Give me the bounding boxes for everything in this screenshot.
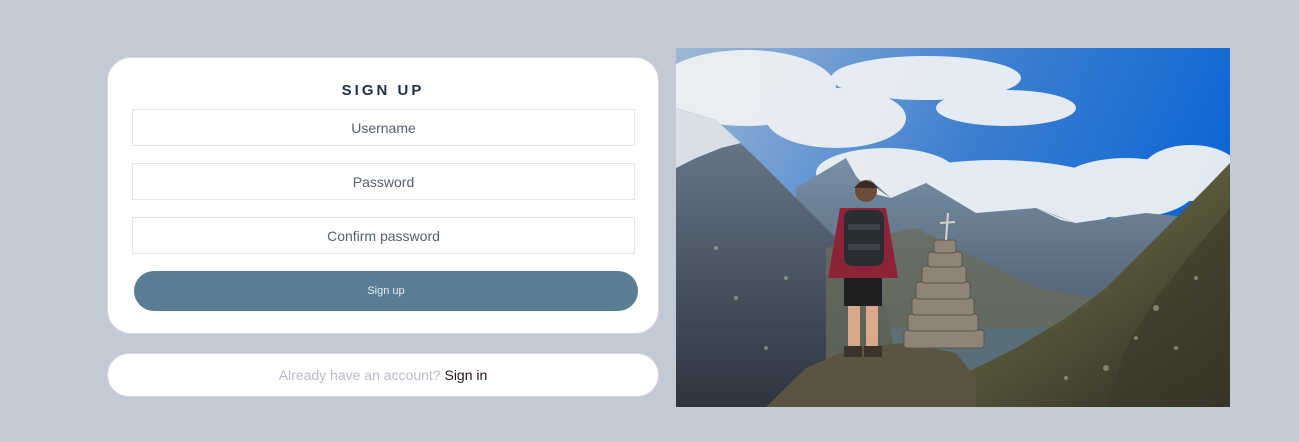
username-input[interactable] [132,109,635,146]
signup-button[interactable]: Sign up [134,271,638,311]
hero-photo [676,48,1230,407]
mountain-hiker-illustration [676,48,1230,407]
signin-link[interactable]: Sign in [444,367,487,383]
signin-prompt: Already have an account? [278,367,441,383]
password-input[interactable] [132,163,635,200]
signin-card: Already have an account? Sign in [107,353,659,397]
signup-title: SIGN UP [341,82,425,99]
confirm-password-input[interactable] [132,217,635,254]
signup-card: SIGN UP Sign up [107,57,659,334]
